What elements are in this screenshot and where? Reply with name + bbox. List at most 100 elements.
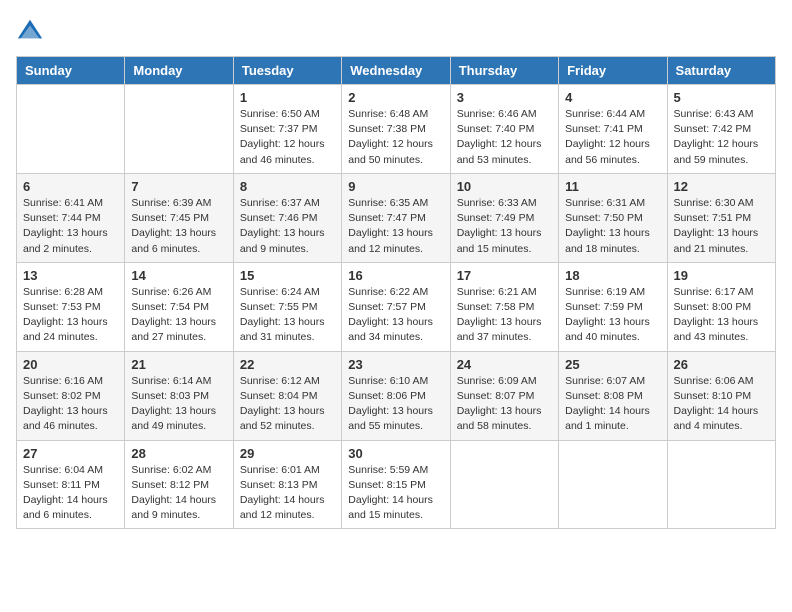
day-cell: 30 Sunrise: 5:59 AM Sunset: 8:15 PM Dayli… <box>342 440 450 529</box>
day-detail: Sunrise: 6:33 AM Sunset: 7:49 PM Dayligh… <box>457 196 552 257</box>
day-cell: 18 Sunrise: 6:19 AM Sunset: 7:59 PM Dayli… <box>559 262 667 351</box>
day-cell: 22 Sunrise: 6:12 AM Sunset: 8:04 PM Dayli… <box>233 351 341 440</box>
day-cell: 29 Sunrise: 6:01 AM Sunset: 8:13 PM Dayli… <box>233 440 341 529</box>
day-detail: Sunrise: 6:44 AM Sunset: 7:41 PM Dayligh… <box>565 107 660 168</box>
week-row-2: 6 Sunrise: 6:41 AM Sunset: 7:44 PM Daylig… <box>17 173 776 262</box>
day-number: 15 <box>240 268 335 283</box>
day-detail: Sunrise: 6:30 AM Sunset: 7:51 PM Dayligh… <box>674 196 769 257</box>
day-detail: Sunrise: 6:28 AM Sunset: 7:53 PM Dayligh… <box>23 285 118 346</box>
day-cell: 23Sunrise: 6:10 AM Sunset: 8:06 PM Dayli… <box>342 351 450 440</box>
day-detail: Sunrise: 6:12 AM Sunset: 8:04 PM Dayligh… <box>240 374 335 435</box>
day-cell <box>17 85 125 174</box>
day-detail: Sunrise: 6:48 AM Sunset: 7:38 PM Dayligh… <box>348 107 443 168</box>
day-detail: Sunrise: 6:09 AM Sunset: 8:07 PM Dayligh… <box>457 374 552 435</box>
day-number: 2 <box>348 90 443 105</box>
day-cell <box>125 85 233 174</box>
day-number: 9 <box>348 179 443 194</box>
day-cell: 15 Sunrise: 6:24 AM Sunset: 7:55 PM Dayli… <box>233 262 341 351</box>
day-number: 30 <box>348 446 443 461</box>
day-cell <box>559 440 667 529</box>
day-number: 23 <box>348 357 443 372</box>
day-detail: Sunrise: 6:41 AM Sunset: 7:44 PM Dayligh… <box>23 196 118 257</box>
day-detail: Sunrise: 6:14 AM Sunset: 8:03 PM Dayligh… <box>131 374 226 435</box>
day-cell: 7 Sunrise: 6:39 AM Sunset: 7:45 PM Daylig… <box>125 173 233 262</box>
day-number: 1 <box>240 90 335 105</box>
day-cell <box>450 440 558 529</box>
day-cell: 9Sunrise: 6:35 AM Sunset: 7:47 PM Daylig… <box>342 173 450 262</box>
day-cell: 13 Sunrise: 6:28 AM Sunset: 7:53 PM Dayli… <box>17 262 125 351</box>
day-detail: Sunrise: 6:22 AM Sunset: 7:57 PM Dayligh… <box>348 285 443 346</box>
day-detail: Sunrise: 6:46 AM Sunset: 7:40 PM Dayligh… <box>457 107 552 168</box>
day-cell: 3 Sunrise: 6:46 AM Sunset: 7:40 PM Daylig… <box>450 85 558 174</box>
day-cell <box>667 440 775 529</box>
day-cell: 28 Sunrise: 6:02 AM Sunset: 8:12 PM Dayli… <box>125 440 233 529</box>
day-cell: 1 Sunrise: 6:50 AM Sunset: 7:37 PM Daylig… <box>233 85 341 174</box>
day-number: 26 <box>674 357 769 372</box>
day-cell: 10 Sunrise: 6:33 AM Sunset: 7:49 PM Dayli… <box>450 173 558 262</box>
day-number: 5 <box>674 90 769 105</box>
day-detail: Sunrise: 6:39 AM Sunset: 7:45 PM Dayligh… <box>131 196 226 257</box>
day-number: 20 <box>23 357 118 372</box>
day-number: 21 <box>131 357 226 372</box>
day-number: 7 <box>131 179 226 194</box>
day-number: 25 <box>565 357 660 372</box>
day-number: 3 <box>457 90 552 105</box>
col-header-sunday: Sunday <box>17 57 125 85</box>
day-detail: Sunrise: 6:31 AM Sunset: 7:50 PM Dayligh… <box>565 196 660 257</box>
day-number: 12 <box>674 179 769 194</box>
day-cell: 27 Sunrise: 6:04 AM Sunset: 8:11 PM Dayli… <box>17 440 125 529</box>
day-cell: 14Sunrise: 6:26 AM Sunset: 7:54 PM Dayli… <box>125 262 233 351</box>
day-cell: 25Sunrise: 6:07 AM Sunset: 8:08 PM Dayli… <box>559 351 667 440</box>
day-cell: 26Sunrise: 6:06 AM Sunset: 8:10 PM Dayli… <box>667 351 775 440</box>
day-cell: 24 Sunrise: 6:09 AM Sunset: 8:07 PM Dayli… <box>450 351 558 440</box>
col-header-thursday: Thursday <box>450 57 558 85</box>
day-cell: 11Sunrise: 6:31 AM Sunset: 7:50 PM Dayli… <box>559 173 667 262</box>
day-number: 6 <box>23 179 118 194</box>
col-header-saturday: Saturday <box>667 57 775 85</box>
col-header-tuesday: Tuesday <box>233 57 341 85</box>
day-number: 18 <box>565 268 660 283</box>
day-number: 8 <box>240 179 335 194</box>
day-detail: Sunrise: 6:43 AM Sunset: 7:42 PM Dayligh… <box>674 107 769 168</box>
day-number: 10 <box>457 179 552 194</box>
day-detail: Sunrise: 6:17 AM Sunset: 8:00 PM Dayligh… <box>674 285 769 346</box>
day-cell: 16Sunrise: 6:22 AM Sunset: 7:57 PM Dayli… <box>342 262 450 351</box>
day-number: 17 <box>457 268 552 283</box>
day-detail: Sunrise: 6:21 AM Sunset: 7:58 PM Dayligh… <box>457 285 552 346</box>
logo-icon <box>16 16 44 44</box>
day-number: 22 <box>240 357 335 372</box>
day-cell: 17 Sunrise: 6:21 AM Sunset: 7:58 PM Dayli… <box>450 262 558 351</box>
day-detail: Sunrise: 6:37 AM Sunset: 7:46 PM Dayligh… <box>240 196 335 257</box>
day-detail: Sunrise: 5:59 AM Sunset: 8:15 PM Dayligh… <box>348 463 443 524</box>
day-detail: Sunrise: 6:24 AM Sunset: 7:55 PM Dayligh… <box>240 285 335 346</box>
day-detail: Sunrise: 6:50 AM Sunset: 7:37 PM Dayligh… <box>240 107 335 168</box>
day-detail: Sunrise: 6:16 AM Sunset: 8:02 PM Dayligh… <box>23 374 118 435</box>
day-number: 24 <box>457 357 552 372</box>
calendar-table: SundayMondayTuesdayWednesdayThursdayFrid… <box>16 56 776 529</box>
day-detail: Sunrise: 6:19 AM Sunset: 7:59 PM Dayligh… <box>565 285 660 346</box>
week-row-3: 13 Sunrise: 6:28 AM Sunset: 7:53 PM Dayli… <box>17 262 776 351</box>
day-cell: 12 Sunrise: 6:30 AM Sunset: 7:51 PM Dayli… <box>667 173 775 262</box>
day-number: 28 <box>131 446 226 461</box>
day-detail: Sunrise: 6:01 AM Sunset: 8:13 PM Dayligh… <box>240 463 335 524</box>
calendar-header-row: SundayMondayTuesdayWednesdayThursdayFrid… <box>17 57 776 85</box>
col-header-monday: Monday <box>125 57 233 85</box>
week-row-1: 1 Sunrise: 6:50 AM Sunset: 7:37 PM Daylig… <box>17 85 776 174</box>
day-cell: 8 Sunrise: 6:37 AM Sunset: 7:46 PM Daylig… <box>233 173 341 262</box>
page-header <box>16 16 776 44</box>
day-cell: 19 Sunrise: 6:17 AM Sunset: 8:00 PM Dayli… <box>667 262 775 351</box>
col-header-wednesday: Wednesday <box>342 57 450 85</box>
day-number: 29 <box>240 446 335 461</box>
day-cell: 20 Sunrise: 6:16 AM Sunset: 8:02 PM Dayli… <box>17 351 125 440</box>
day-cell: 4Sunrise: 6:44 AM Sunset: 7:41 PM Daylig… <box>559 85 667 174</box>
logo[interactable] <box>16 16 48 44</box>
week-row-4: 20 Sunrise: 6:16 AM Sunset: 8:02 PM Dayli… <box>17 351 776 440</box>
day-detail: Sunrise: 6:02 AM Sunset: 8:12 PM Dayligh… <box>131 463 226 524</box>
col-header-friday: Friday <box>559 57 667 85</box>
day-number: 14 <box>131 268 226 283</box>
day-number: 13 <box>23 268 118 283</box>
day-cell: 5 Sunrise: 6:43 AM Sunset: 7:42 PM Daylig… <box>667 85 775 174</box>
day-detail: Sunrise: 6:04 AM Sunset: 8:11 PM Dayligh… <box>23 463 118 524</box>
day-number: 27 <box>23 446 118 461</box>
day-number: 19 <box>674 268 769 283</box>
